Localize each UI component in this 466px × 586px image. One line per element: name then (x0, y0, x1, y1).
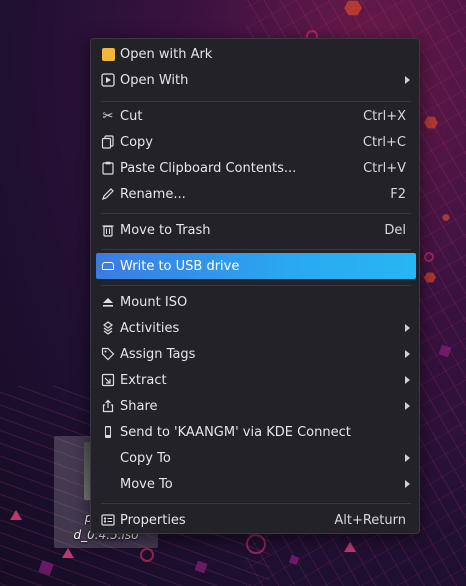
copy-icon (100, 134, 116, 150)
ark-icon (100, 46, 116, 62)
menu-item-label: Extract (120, 372, 167, 388)
menu-separator (101, 285, 411, 286)
menu-item-shortcut: Del (384, 222, 406, 238)
submenu-arrow-icon (405, 402, 410, 410)
menu-item-label: Open With (120, 72, 189, 88)
menu-item-paste[interactable]: Paste Clipboard Contents... Ctrl+V (96, 155, 416, 181)
submenu-arrow-icon (405, 376, 410, 384)
activities-icon (100, 320, 116, 336)
eject-icon (100, 294, 116, 310)
menu-item-label: Assign Tags (120, 346, 196, 362)
menu-separator (101, 503, 411, 504)
menu-item-shortcut: Alt+Return (334, 512, 406, 528)
phone-icon (100, 424, 116, 440)
menu-item-activities[interactable]: Activities (96, 315, 416, 341)
submenu-arrow-icon (405, 350, 410, 358)
menu-separator (101, 249, 411, 250)
context-menu: Open with Ark Open With ✂ Cut Ctrl+X Cop… (90, 38, 420, 534)
menu-item-move-to[interactable]: Move To (96, 471, 416, 497)
wallpaper-triangle (10, 510, 22, 520)
menu-item-label: Move To (120, 476, 173, 492)
scissors-icon: ✂ (102, 108, 114, 124)
menu-item-shortcut: Ctrl+X (363, 108, 406, 124)
menu-item-open-with[interactable]: Open With (96, 67, 416, 93)
menu-item-share[interactable]: Share (96, 393, 416, 419)
pencil-icon (100, 186, 116, 202)
wallpaper-triangle (344, 542, 356, 552)
wallpaper-ring (140, 548, 154, 562)
menu-separator (101, 101, 411, 102)
submenu-arrow-icon (405, 76, 410, 84)
extract-icon (100, 372, 116, 388)
menu-item-label: Copy To (120, 450, 171, 466)
menu-item-send-kde-connect[interactable]: Send to 'KAANGM' via KDE Connect (96, 419, 416, 445)
wallpaper-ring (246, 534, 266, 554)
open-with-icon (100, 72, 116, 88)
menu-separator (101, 213, 411, 214)
menu-item-label: Mount ISO (120, 294, 188, 310)
submenu-arrow-icon (405, 324, 410, 332)
properties-icon (100, 512, 116, 528)
menu-item-move-to-trash[interactable]: Move to Trash Del (96, 217, 416, 243)
submenu-arrow-icon (405, 480, 410, 488)
menu-item-label: Rename... (120, 186, 186, 202)
menu-item-label: Open with Ark (120, 46, 213, 62)
wallpaper-triangle (62, 548, 74, 558)
menu-item-label: Send to 'KAANGM' via KDE Connect (120, 424, 351, 440)
menu-item-write-to-usb[interactable]: Write to USB drive (96, 253, 416, 279)
wallpaper-ring (424, 252, 434, 262)
menu-item-label: Write to USB drive (120, 258, 240, 274)
menu-item-label: Activities (120, 320, 180, 336)
menu-item-properties[interactable]: Properties Alt+Return (96, 507, 416, 533)
menu-item-label: Move to Trash (120, 222, 211, 238)
share-icon (100, 398, 116, 414)
menu-item-shortcut: Ctrl+C (362, 134, 406, 150)
menu-item-mount-iso[interactable]: Mount ISO (96, 289, 416, 315)
tag-icon (100, 346, 116, 362)
menu-item-cut[interactable]: ✂ Cut Ctrl+X (96, 103, 416, 129)
submenu-arrow-icon (405, 454, 410, 462)
menu-item-copy-to[interactable]: Copy To (96, 445, 416, 471)
usb-drive-icon (100, 258, 116, 274)
menu-item-rename[interactable]: Rename... F2 (96, 181, 416, 207)
menu-item-label: Share (120, 398, 158, 414)
menu-item-open-with-ark[interactable]: Open with Ark (96, 41, 416, 67)
paste-icon (100, 160, 116, 176)
menu-item-shortcut: F2 (390, 186, 406, 202)
menu-item-shortcut: Ctrl+V (363, 160, 406, 176)
menu-item-copy[interactable]: Copy Ctrl+C (96, 129, 416, 155)
trash-icon (100, 222, 116, 238)
menu-item-assign-tags[interactable]: Assign Tags (96, 341, 416, 367)
menu-item-extract[interactable]: Extract (96, 367, 416, 393)
